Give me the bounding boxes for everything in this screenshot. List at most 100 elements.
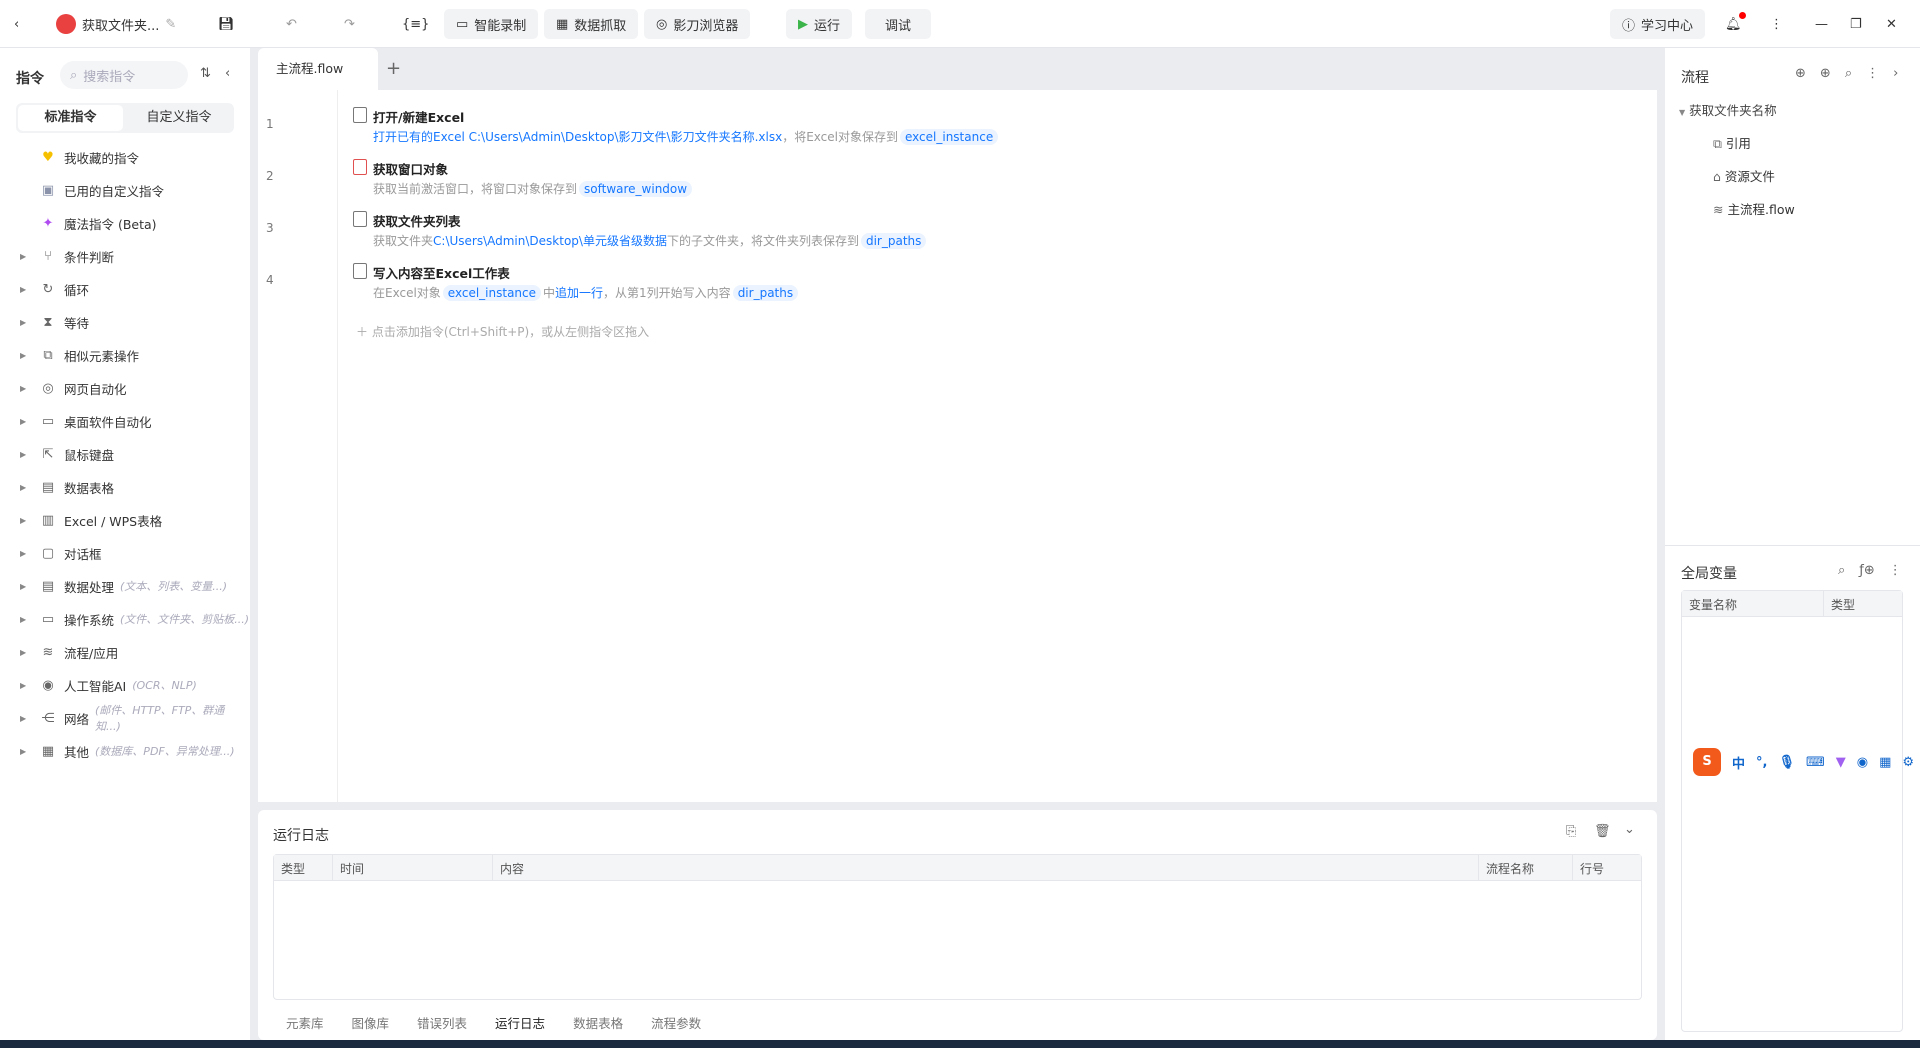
trash-icon[interactable]: 🗑︎ xyxy=(1594,824,1611,839)
tree-label: 资源文件 xyxy=(1724,169,1775,184)
sidebar-group[interactable]: ▶ ▭ 操作系统 (文件、文件夹、剪贴板...) xyxy=(0,605,250,633)
flow-step[interactable]: 写入内容至Excel工作表 在Excel对象 excel_instance 中追加一行… xyxy=(353,263,1553,307)
tab-main-flow[interactable]: 主流程.flow xyxy=(258,48,378,90)
sidebar-item-favorites[interactable]: ♥ 我收藏的指令 xyxy=(0,143,250,171)
redo-icon[interactable]: ↷ xyxy=(344,9,355,39)
add-flow-icon[interactable]: ⊕ xyxy=(1795,66,1806,81)
bottom-tab[interactable]: 图像库 xyxy=(352,1013,390,1032)
keyboard-icon[interactable]: ⌨ xyxy=(1806,755,1825,770)
sidebar-group[interactable]: ▶ ⇱ 鼠标键盘 xyxy=(0,440,250,468)
flow-step[interactable]: 打开/新建Excel 打开已有的Excel C:\Users\Admin\Desk… xyxy=(353,107,1553,151)
variable-chip[interactable]: dir_paths xyxy=(732,285,799,301)
data-scrape-button[interactable]: ▦ 数据抓取 xyxy=(544,9,639,39)
more-icon[interactable]: ⋮ xyxy=(1889,563,1902,578)
export-icon[interactable]: ⎘ xyxy=(1566,824,1576,839)
skin-icon[interactable]: ▼ xyxy=(1836,755,1846,770)
mic-icon[interactable]: 🎙︎ xyxy=(1778,755,1795,770)
sidebar-group[interactable]: ▶ ⧉ 相似元素操作 xyxy=(0,341,250,369)
variable-chip[interactable]: excel_instance xyxy=(899,129,999,145)
ime-toolbar[interactable]: S 中 °, 🎙︎ ⌨ ▼ ◉ ▦ ⚙ xyxy=(1693,745,1920,779)
save-icon[interactable]: 💾︎ xyxy=(218,9,235,39)
restore-icon[interactable]: ❐ xyxy=(1850,9,1862,39)
global-vars-title: 全局变量 xyxy=(1681,566,1737,582)
group-label: 循环 xyxy=(64,282,90,298)
search-icon[interactable]: ⌕ xyxy=(1838,563,1845,578)
sparkle-icon: ✦ xyxy=(42,215,54,231)
sidebar-group[interactable]: ▶ ⑂ 条件判断 xyxy=(0,242,250,270)
variable-chip[interactable]: dir_paths xyxy=(860,233,927,249)
debug-button[interactable]: 调试 xyxy=(865,9,932,39)
add-module-icon[interactable]: ⊕ xyxy=(1820,66,1831,81)
variable-chip[interactable]: excel_instance xyxy=(442,285,542,301)
bottom-tab[interactable]: 流程参数 xyxy=(651,1013,701,1032)
search-icon[interactable]: ⌕ xyxy=(1845,66,1852,81)
variable-chip[interactable]: software_window xyxy=(579,181,693,197)
group-icon: ⧉ xyxy=(43,347,53,363)
add-tab-icon[interactable]: + xyxy=(386,58,401,79)
sidebar-item-magic[interactable]: ✦ 魔法指令 (Beta) xyxy=(0,209,250,237)
browser-button[interactable]: ◎ 影刀浏览器 xyxy=(644,9,751,39)
sidebar-group[interactable]: ▶ ⋲ 网络 (邮件、HTTP、FTP、群通知...) xyxy=(0,704,250,733)
tree-item-reference[interactable]: ⧉ 引用 xyxy=(1713,133,1751,152)
add-function-icon[interactable]: ƒ⊕ xyxy=(1859,563,1874,578)
sidebar-group[interactable]: ▶ ◎ 网页自动化 xyxy=(0,374,250,402)
sidebar-group[interactable]: ▶ ▦ 其他 (数据库、PDF、异常处理...) xyxy=(0,737,250,765)
chevron-right-icon[interactable]: › xyxy=(1893,66,1898,81)
search-input[interactable]: ⌕ 搜索指令 xyxy=(60,61,188,89)
minimize-icon[interactable]: — xyxy=(1815,9,1828,39)
bottom-tab[interactable]: 错误列表 xyxy=(417,1013,467,1032)
caret-right-icon: ▶ xyxy=(20,548,27,558)
more-icon[interactable]: ⋮ xyxy=(1770,9,1783,39)
undo-icon[interactable]: ↶ xyxy=(286,9,297,39)
browser-label: 影刀浏览器 xyxy=(673,18,739,34)
sidebar-group[interactable]: ▶ ≋ 流程/应用 xyxy=(0,638,250,666)
sidebar-group[interactable]: ▶ ⧗ 等待 xyxy=(0,308,250,336)
sidebar-group[interactable]: ▶ ▥ Excel / WPS表格 xyxy=(0,506,250,534)
flow-step[interactable]: 获取文件夹列表 获取文件夹C:\Users\Admin\Desktop\单元级省级… xyxy=(353,211,1553,255)
ime-lang[interactable]: 中 xyxy=(1732,753,1745,772)
add-command-hint[interactable]: ＋ 点击添加指令(Ctrl+Shift+P)，或从左侧指令区拖入 xyxy=(356,323,649,340)
step-title: 获取文件夹列表 xyxy=(373,214,461,229)
learning-center-button[interactable]: ⓘ 学习中心 xyxy=(1610,9,1706,39)
table-icon: ▦ xyxy=(556,16,569,32)
edit-icon[interactable]: ✎ xyxy=(165,17,176,32)
sidebar-group[interactable]: ▶ ▤ 数据处理 (文本、列表、变量...) xyxy=(0,572,250,600)
sidebar-group[interactable]: ▶ ▢ 对话框 xyxy=(0,539,250,567)
close-icon[interactable]: ✕ xyxy=(1886,9,1897,39)
tree-item-resources[interactable]: ⌂ 资源文件 xyxy=(1713,166,1775,185)
sidebar-item-used-custom[interactable]: ▣ 已用的自定义指令 xyxy=(0,176,250,204)
bottom-tab[interactable]: 元素库 xyxy=(286,1013,324,1032)
bell-icon[interactable]: 🔔︎ xyxy=(1725,9,1746,39)
settings-icon[interactable]: ⚙ xyxy=(1902,755,1914,770)
back-icon[interactable]: ‹ xyxy=(14,9,19,39)
tree-item-main-flow[interactable]: ≋ 主流程.flow xyxy=(1713,199,1795,218)
tab-custom[interactable]: 自定义指令 xyxy=(126,105,232,131)
group-icon: ⇱ xyxy=(42,446,54,462)
collapse-icon[interactable]: ‹ xyxy=(225,66,230,81)
more-icon[interactable]: ⋮ xyxy=(1866,66,1879,81)
punctuation-icon[interactable]: °, xyxy=(1756,755,1767,770)
smart-record-button[interactable]: ▭ 智能录制 xyxy=(444,9,539,39)
sidebar-group[interactable]: ▶ ◉ 人工智能AI (OCR、NLP) xyxy=(0,671,250,699)
group-label: 操作系统 xyxy=(64,612,115,628)
bottom-tab[interactable]: 数据表格 xyxy=(573,1013,623,1032)
run-button[interactable]: ▶ 运行 xyxy=(786,9,853,39)
bottom-tab[interactable]: 运行日志 xyxy=(495,1013,545,1032)
apps-icon[interactable]: ▦ xyxy=(1879,755,1891,770)
video-icon: ▭ xyxy=(456,16,469,32)
line-number: 3 xyxy=(266,221,274,235)
tree-root[interactable]: ▼ 获取文件夹名称 xyxy=(1679,100,1777,119)
variables-icon[interactable]: {≡} xyxy=(402,9,429,39)
sidebar-group[interactable]: ▶ ▤ 数据表格 xyxy=(0,473,250,501)
tab-standard[interactable]: 标准指令 xyxy=(18,105,123,131)
search-icon: ⌕ xyxy=(70,67,78,83)
group-icon: ▤ xyxy=(41,479,55,495)
group-label: 数据表格 xyxy=(64,480,115,496)
tree-label: 引用 xyxy=(1725,136,1751,151)
game-icon[interactable]: ◉ xyxy=(1857,755,1868,770)
sidebar-group[interactable]: ▶ ▭ 桌面软件自动化 xyxy=(0,407,250,435)
flow-step[interactable]: 获取窗口对象 获取当前激活窗口，将窗口对象保存到 software_window xyxy=(353,159,1553,203)
chevron-down-icon[interactable]: ⌄ xyxy=(1624,822,1635,837)
sort-icon[interactable]: ⇅ xyxy=(200,66,211,81)
sidebar-group[interactable]: ▶ ↻ 循环 xyxy=(0,275,250,303)
